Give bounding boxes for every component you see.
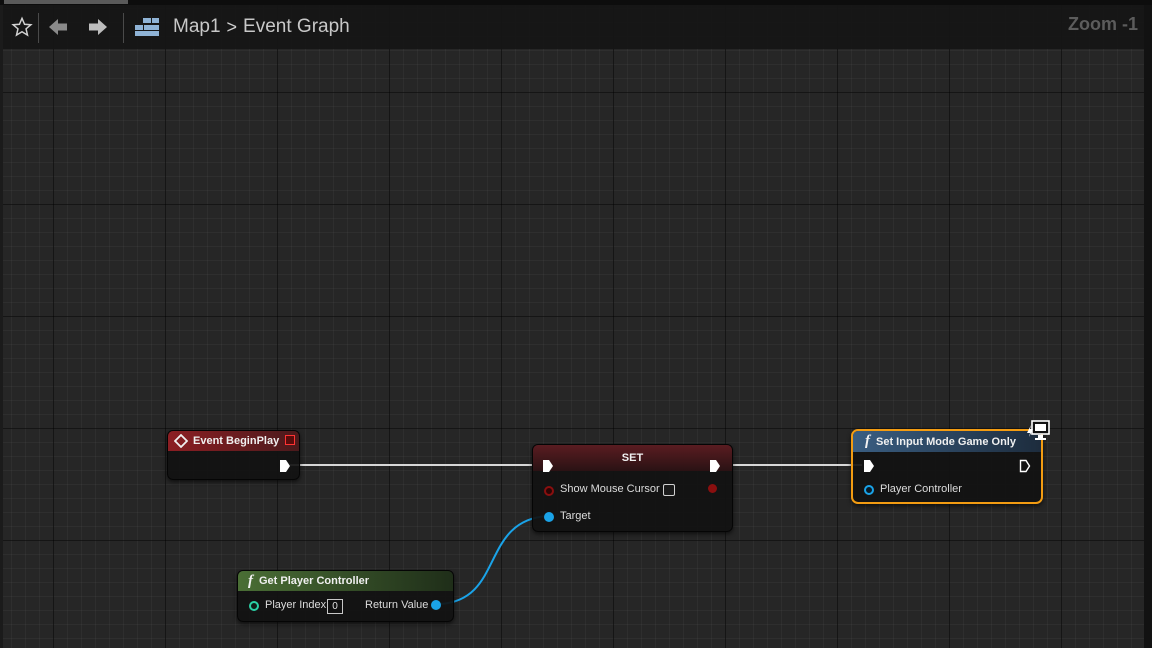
node-set-input-mode-game-only[interactable]: f Set Input Mode Game Only Player Contro… [851,429,1043,504]
show-mouse-cursor-checkbox[interactable] [663,484,675,496]
return-value-pin[interactable] [431,600,441,610]
forward-button[interactable] [83,5,113,49]
exec-in-pin[interactable] [863,459,875,473]
node-get-player-controller[interactable]: f Get Player Controller Player Index 0 R… [237,570,454,622]
exec-out-pin[interactable] [709,459,721,473]
node-header: SET [533,445,732,471]
exec-out-pin[interactable] [279,459,291,473]
target-pin[interactable] [544,512,554,522]
player-index-label: Player Index [265,599,327,611]
bool-out-pin[interactable] [708,484,717,493]
player-index-input[interactable]: 0 [327,599,343,614]
show-mouse-cursor-label: Show Mouse Cursor [560,483,660,495]
chevron-right-icon: > [226,16,238,37]
exec-out-pin[interactable] [1019,459,1031,473]
graph-tree-button[interactable] [131,5,163,49]
event-diamond-icon [174,434,188,448]
node-header: f Get Player Controller [238,571,453,591]
function-icon: f [865,433,870,449]
active-tab[interactable] [4,0,128,4]
node-title: Get Player Controller [259,575,370,587]
return-value-label: Return Value [365,599,429,611]
node-header: Event BeginPlay [168,431,299,451]
player-controller-label: Player Controller [880,483,962,495]
node-title: Event BeginPlay [193,435,280,447]
node-set-variable[interactable]: SET Show Mouse Cursor Target [532,444,733,532]
back-arrow-icon [49,19,67,35]
zoom-level: Zoom -1 [1068,14,1138,34]
node-event-beginplay[interactable]: Event BeginPlay [167,430,300,480]
node-header: f Set Input Mode Game Only [853,431,1041,452]
graph-canvas[interactable] [3,5,1144,648]
player-controller-pin[interactable] [864,485,874,495]
bool-in-pin[interactable] [544,486,554,496]
breadcrumb-root[interactable]: Map1 [173,16,221,38]
breadcrumb-current[interactable]: Event Graph [243,16,350,38]
blueprint-editor: Map1 > Event Graph Zoom -1 Event BeginPl… [0,0,1152,648]
node-title: Set Input Mode Game Only [876,435,1016,448]
graph-toolbar: Map1 > Event Graph Zoom -1 [3,5,1144,49]
exec-in-pin[interactable] [542,459,554,473]
delegate-pin[interactable] [285,435,295,445]
breadcrumb: Map1 > Event Graph [173,5,350,49]
graph-tree-icon [135,18,159,36]
star-icon [11,16,33,37]
client-only-monitor-icon [1027,420,1050,440]
toolbar-separator [38,13,39,43]
forward-arrow-icon [89,19,107,35]
back-button[interactable] [43,5,73,49]
bookmark-button[interactable] [7,5,37,49]
node-title: SET [621,452,644,464]
player-index-pin[interactable] [249,601,259,611]
toolbar-separator [123,13,124,43]
function-icon: f [248,572,253,589]
panel-edge [1144,5,1152,648]
target-label: Target [560,510,591,522]
